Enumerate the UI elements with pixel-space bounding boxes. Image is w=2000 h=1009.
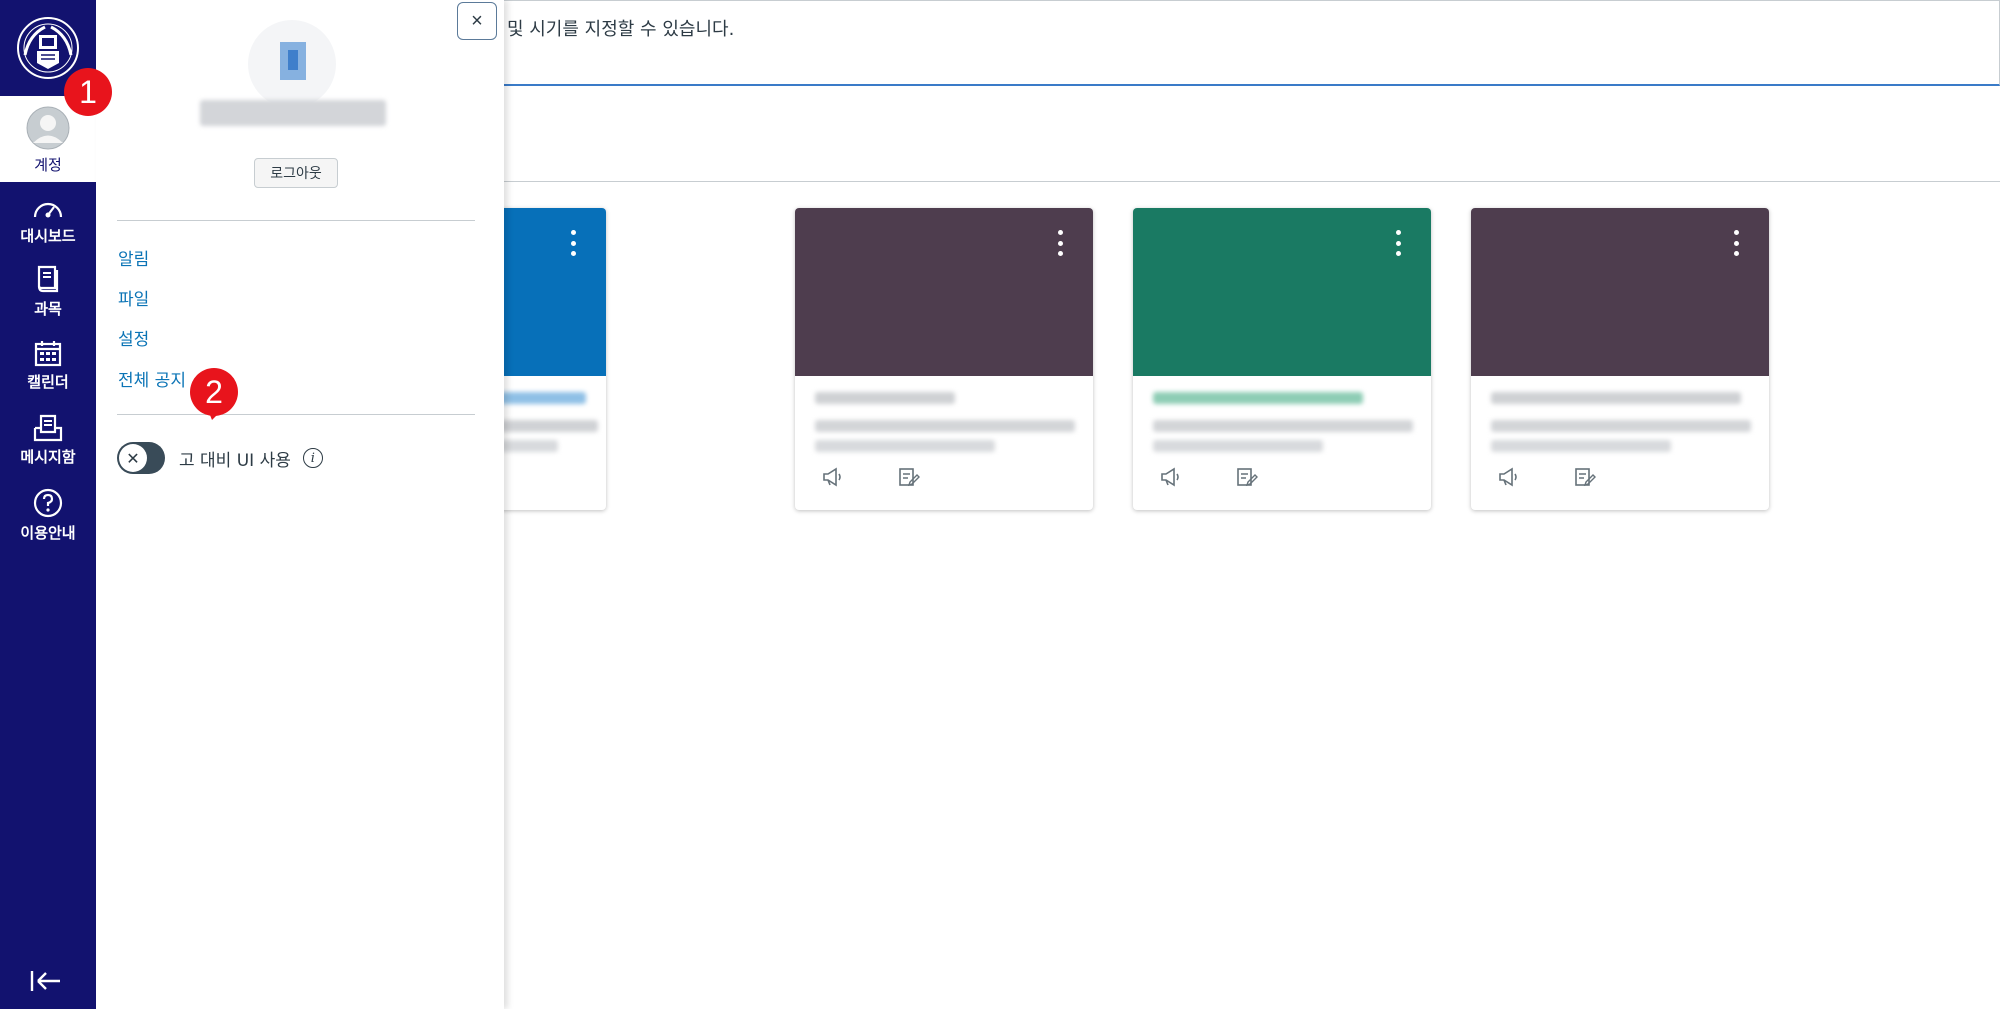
high-contrast-setting: ✕ 고 대비 UI 사용 i [117, 440, 477, 476]
collapse-nav-button[interactable] [28, 968, 68, 998]
announcement-icon[interactable] [1497, 466, 1521, 488]
annotation-badge-2: 2 [190, 368, 238, 416]
assignment-icon[interactable] [1235, 466, 1259, 488]
account-avatar-icon [26, 106, 70, 150]
info-icon[interactable]: i [302, 448, 323, 468]
course-term-blurred [1491, 440, 1671, 452]
card-options-icon[interactable] [1057, 230, 1063, 256]
user-name-blurred [200, 100, 386, 126]
assignment-icon[interactable] [1573, 466, 1597, 488]
high-contrast-label: 고 대비 UI 사용 [179, 450, 291, 471]
card-actions [1497, 466, 1597, 488]
logout-button[interactable]: 로그아웃 [254, 158, 338, 188]
calendar-icon [34, 340, 62, 366]
collapse-left-icon [30, 971, 60, 991]
card-actions [1159, 466, 1259, 488]
course-subtitle-blurred [815, 420, 1075, 432]
course-subtitle-blurred [1153, 420, 1413, 432]
tray-divider [117, 414, 475, 415]
course-title-blurred[interactable] [1491, 392, 1741, 404]
tray-divider [117, 220, 475, 221]
nav-item-inbox[interactable]: 메시지함 [0, 405, 96, 475]
nav-item-label: 이용안내 [20, 523, 76, 542]
course-card-hero[interactable] [795, 208, 1093, 376]
assignment-icon[interactable] [897, 466, 921, 488]
course-term-blurred [815, 440, 995, 452]
nav-item-label: 메시지함 [20, 447, 76, 466]
nav-item-label: 과목 [34, 299, 62, 318]
high-contrast-toggle[interactable]: ✕ [117, 442, 165, 474]
badge-pointer [208, 410, 222, 420]
course-card-2[interactable] [795, 208, 1093, 510]
close-tray-button[interactable]: × [457, 2, 497, 40]
course-title-blurred[interactable] [1153, 392, 1363, 404]
annotation-badge-1: 1 [64, 68, 112, 116]
inbox-icon [33, 414, 63, 441]
announcement-icon[interactable] [1159, 466, 1183, 488]
tray-link-notifications[interactable]: 알림 [118, 245, 149, 270]
card-options-icon[interactable] [1395, 230, 1401, 256]
card-options-icon[interactable] [570, 230, 576, 256]
course-card-hero[interactable] [1133, 208, 1431, 376]
toggle-off-icon: ✕ [119, 444, 147, 472]
account-tray: × 로그아웃 알림 파일 설정 전체 공지 ✕ 고 대비 UI 사용 i [96, 0, 504, 1009]
nav-item-label: 캘린더 [27, 372, 69, 391]
tray-link-files[interactable]: 파일 [118, 285, 149, 310]
card-options-icon[interactable] [1733, 230, 1739, 256]
university-emblem-icon [17, 17, 79, 79]
courses-icon [37, 265, 59, 292]
nav-account-label: 계정 [34, 156, 62, 174]
global-navigation: 계정 대시보드 과목 캘린더 메시지함 이용안내 [0, 0, 96, 1009]
course-card-3[interactable] [1133, 208, 1431, 510]
help-icon [33, 488, 63, 517]
app-root: 한 알림 여부 및 시기를 지정할 수 있습니다. 계정 대시보드 과목 캘린더… [0, 0, 2000, 1009]
dashboard-icon [33, 202, 63, 217]
user-avatar[interactable] [248, 20, 336, 108]
nav-item-help[interactable]: 이용안내 [0, 480, 96, 550]
course-subtitle-blurred [1491, 420, 1751, 432]
card-actions [821, 466, 921, 488]
nav-item-label: 대시보드 [20, 226, 76, 245]
nav-item-dashboard[interactable]: 대시보드 [0, 186, 96, 256]
nav-item-courses[interactable]: 과목 [0, 256, 96, 326]
course-title-blurred[interactable] [815, 392, 955, 404]
nav-item-calendar[interactable]: 캘린더 [0, 330, 96, 400]
course-card-4[interactable] [1471, 208, 1769, 510]
announcement-icon[interactable] [821, 466, 845, 488]
tray-link-settings[interactable]: 설정 [118, 325, 149, 350]
course-card-hero[interactable] [1471, 208, 1769, 376]
tray-link-global-announcements[interactable]: 전체 공지 [118, 366, 186, 391]
course-term-blurred [1153, 440, 1323, 452]
